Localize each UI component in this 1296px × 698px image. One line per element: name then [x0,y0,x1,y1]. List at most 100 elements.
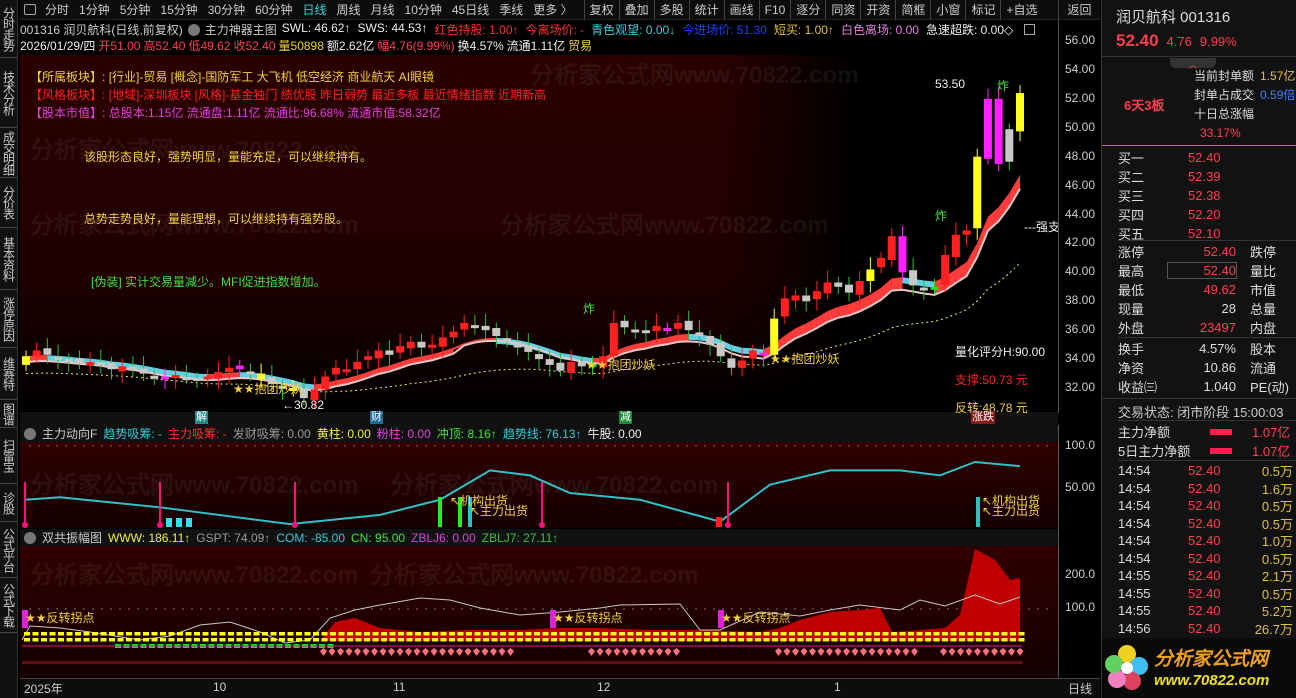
grid-dot [443,445,445,447]
yellow-dot [143,638,149,642]
event-marker[interactable]: 减 [619,411,632,424]
grid-dot [173,445,175,447]
candle-body [930,286,939,290]
yellow-dot [262,638,268,642]
diamond-mark [809,648,816,656]
grid-dot [146,445,148,447]
event-marker[interactable]: 财 [370,411,383,424]
diamond-mark [868,648,876,656]
grid-dot [587,445,589,447]
diamond-mark [439,648,446,656]
seal-label: 十日总涨幅 [1194,107,1255,121]
candle-body [609,322,618,357]
yellow-dot [287,632,294,636]
grid-dot [884,445,886,447]
tick-row: 14:54 52.40 0.5万 [1118,497,1296,515]
yellow-dot [857,638,863,642]
candle-body [374,350,383,359]
tick-volume: 0.5万 [1261,499,1293,515]
yellow-dot [398,632,404,636]
stat-label: 最高 [1118,264,1145,279]
diamond-mark [328,648,336,656]
ind1-label: ↖主力出货 [982,504,1041,518]
yellow-dot [704,632,710,636]
yellow-dot [848,632,855,636]
grid-dot [209,445,211,447]
grid-dot [1001,445,1003,447]
candle-body [118,366,127,372]
candle-body [481,325,490,331]
diamond-mark [647,648,655,656]
yellow-dot [525,632,532,636]
candle-body [567,362,576,373]
yellow-dot [151,638,158,642]
grid-dot [506,608,508,610]
yellow-dot [891,638,897,642]
yellow-dot [559,632,566,636]
yellow-dot [100,632,107,636]
grid-dot [479,445,481,447]
tick-volume: 0.5万 [1261,464,1293,480]
grid-dot [515,608,517,610]
reversal-label: ★★反转拐点 [553,611,623,625]
yellow-dot [670,632,676,636]
grid-dot [1046,608,1048,610]
yellow-dot [746,638,753,642]
candle-body [919,287,928,291]
yellow-dot [49,632,56,636]
back-button[interactable]: 返回 [1058,0,1100,20]
diamond-mark [664,648,672,656]
date-tick: 2025年 [24,682,63,696]
price-tick: 56.00 [1065,33,1096,47]
yellow-dot [466,632,472,636]
yellow-dot [967,638,974,642]
yellow-dot [712,638,719,642]
stat-row: 净资 10.86 流通 [1118,358,1296,377]
candle-body [492,328,501,336]
grid-dot [56,445,58,447]
grid-dot [200,608,202,610]
yellow-dot [279,632,285,636]
candle-body [556,362,565,371]
event-marker[interactable]: 解 [195,411,208,424]
grid-dot [677,608,679,610]
yellow-dot [942,638,948,642]
yellow-dot [228,632,234,636]
yellow-dot [75,638,81,642]
cap-label: 【股本市值】: [30,106,106,120]
seal-value: 1.57亿 [1260,69,1296,83]
yellow-dot [593,632,600,636]
yellow-dot [296,638,302,642]
yellow-dot [976,632,982,636]
diamond-mark [596,648,604,656]
yellow-dot [500,638,506,642]
yellow-dot [746,632,753,636]
stat-label: 内盘 [1250,321,1277,336]
pink-bar-base [157,522,163,528]
grid-dot [1028,445,1030,447]
yellow-dot [313,632,319,636]
diamond-mark [826,648,833,656]
candle-body [449,331,458,338]
bid-label: 买三 [1118,189,1145,204]
stat-value: 1.040 [1203,379,1236,394]
candle-body [171,375,180,379]
price-tick: 48.00 [1065,148,1096,163]
style-value: [地域]-深圳板块 [风格]-基金独门 绩优股 昨日弱势 最近多板 最近情绪指数… [108,88,547,102]
tick-row: 14:55 52.40 0.5万 [1118,585,1296,603]
yellow-dot [100,638,107,642]
yellow-dot [92,638,98,642]
grid-dot [137,445,139,447]
candle-body [577,362,586,367]
yellow-dot [491,632,498,636]
ma-band-segment [731,344,743,354]
yellow-dot [823,638,829,642]
yellow-dot [245,638,251,642]
event-marker[interactable]: 涨跌 [971,411,995,424]
grid-dot [407,445,409,447]
price-tick: 40.00 [1065,264,1096,279]
candle-body [791,295,800,301]
yellow-dot [823,632,829,636]
diamond-mark [430,648,438,656]
yellow-dot [423,638,430,642]
